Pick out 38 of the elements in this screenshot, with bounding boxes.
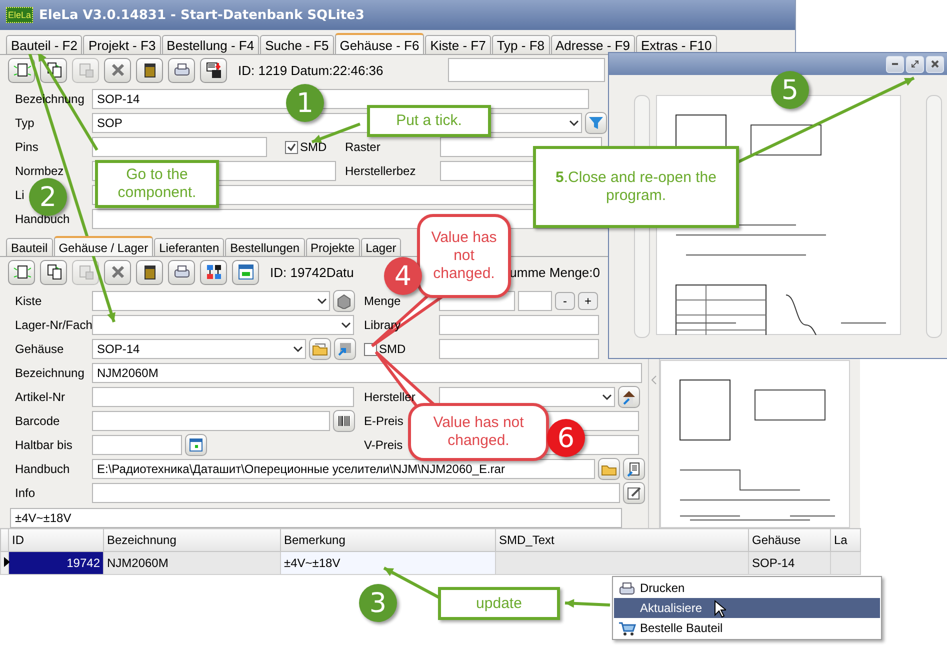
record-info: ID: 19742Datu (270, 264, 354, 280)
dropdown-value: SOP-14 (97, 342, 140, 356)
checkbox-label: SMD (300, 140, 327, 154)
field-label: Li (15, 188, 24, 202)
field-label: Artikel-Nr (15, 390, 65, 404)
callout-tooltip: update (438, 587, 560, 620)
table-cell: NJM2060M (104, 552, 280, 574)
field-label: V-Preis (364, 438, 403, 452)
record-info: ID: 1219 Datum:22:46:36 (238, 62, 384, 78)
dropdown-value: SOP (97, 116, 122, 130)
field-label: Menge (364, 294, 401, 308)
app-logo: EleLa (6, 7, 34, 23)
field-label: Handbuch (15, 462, 70, 476)
field-label: Haltbar bis (15, 438, 72, 452)
field-label: Barcode (15, 414, 60, 428)
callout-tooltip: Go to the component. (95, 160, 219, 208)
field-label: Normbez (15, 164, 64, 178)
window-title: EleLa V3.0.14831 - Start-Datenbank SQLite3 (39, 8, 364, 22)
field-label: Pins (15, 140, 38, 154)
table-cell: ±4V~±18V (280, 552, 496, 574)
field-label: Raster (345, 140, 380, 154)
callout-tooltip: 5.Close and re-open the program. (533, 146, 739, 228)
field-label: Info (15, 486, 36, 500)
callout-tooltip: Put a tick. (367, 105, 491, 137)
field-label: E-Preis (364, 414, 404, 428)
field-label: Bezeichnung (15, 366, 84, 380)
callout-tooltip: Value has not changed. (417, 214, 511, 298)
table-cell: 19742 (8, 552, 104, 574)
field-label: Typ (15, 116, 34, 130)
field-label: Lager-Nr/Fach (15, 318, 92, 332)
table-cell: SOP-14 (748, 552, 830, 574)
checkbox-label: SMD (379, 342, 406, 356)
step-number: 3 (359, 584, 397, 622)
field-label: Gehäuse (15, 342, 64, 356)
quantity-sum: umme Menge:0 (510, 264, 600, 280)
field-label: Kiste (15, 294, 42, 308)
callout-tooltip: Value has not changed. (408, 403, 549, 461)
field-label: Herstellerbez (345, 164, 416, 178)
